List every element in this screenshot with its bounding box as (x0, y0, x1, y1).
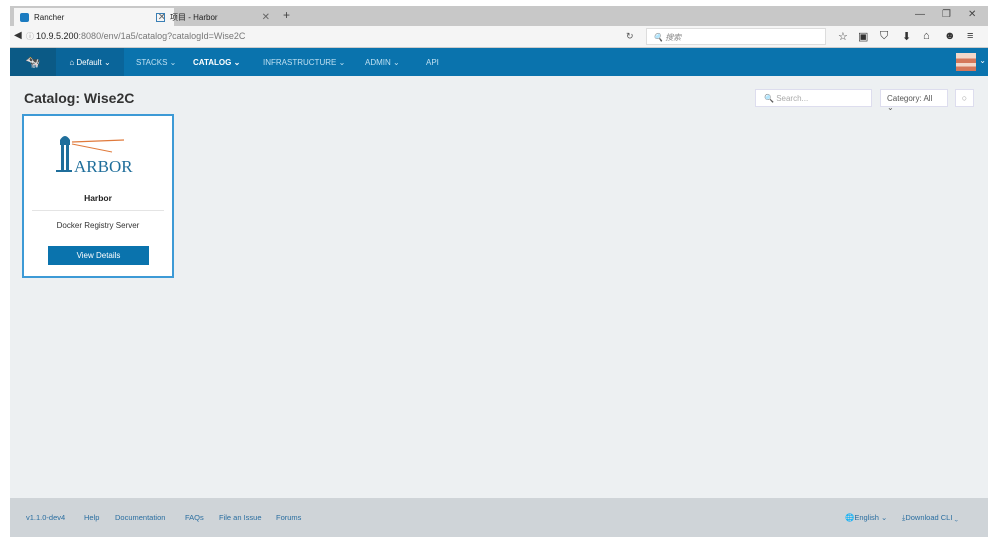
minimize-button[interactable]: — (915, 9, 925, 20)
globe-icon: 🌐 (845, 513, 855, 522)
reading-list-icon[interactable]: ▣ (858, 30, 868, 43)
menu-icon[interactable]: ≡ (967, 30, 973, 42)
harbor-favicon-icon (156, 12, 165, 22)
faqs-link[interactable]: FAQs (185, 513, 204, 522)
pocket-icon[interactable]: ⛉ (880, 30, 888, 43)
browser-window: Rancher ✕ 项目 - Harbor ✕ + — ❐ ✕ ◀ ⓘ 10.9.5… (10, 6, 988, 537)
url-field[interactable]: 10.9.5.200:8080/env/1a5/catalog?catalogI… (36, 31, 245, 41)
restore-button[interactable]: ❐ (942, 9, 951, 20)
address-bar: ◀ ⓘ 10.9.5.200:8080/env/1a5/catalog?cata… (10, 26, 988, 48)
nav-admin[interactable]: ADMIN ⌄ (365, 58, 400, 67)
nav-catalog[interactable]: CATALOG ⌄ (193, 58, 240, 67)
file-issue-link[interactable]: File an Issue (219, 513, 262, 522)
harbor-logo: ARBOR (56, 136, 133, 174)
bookmark-star-icon[interactable]: ☆ (838, 30, 848, 43)
catalog-card-harbor[interactable]: ARBOR Harbor Docker Registry Server View… (22, 114, 174, 278)
rancher-favicon-icon (20, 12, 29, 22)
close-tab-icon[interactable]: ✕ (262, 12, 270, 23)
browser-search-input[interactable]: 🔍 搜索 (646, 28, 826, 45)
home-icon[interactable]: ⌂ (923, 30, 930, 42)
tab-bar: Rancher ✕ 项目 - Harbor ✕ + — ❐ ✕ (10, 6, 988, 26)
reload-icon[interactable]: ↻ (626, 31, 634, 42)
category-dropdown[interactable]: Category: All ⌄ (880, 89, 948, 112)
rancher-logo-icon[interactable]: 🐄 (10, 48, 56, 76)
close-window-button[interactable]: ✕ (968, 9, 976, 20)
top-nav: 🐄 ⌂ Default ⌄ STACKS ⌄ CATALOG ⌄ INFRAST… (10, 48, 988, 76)
refresh-button[interactable]: ○ (955, 89, 974, 107)
version-label: v1.1.0-dev4 (26, 513, 66, 522)
catalog-search-input[interactable]: 🔍 Search... (755, 89, 872, 107)
info-icon[interactable]: ⓘ (26, 31, 34, 42)
chevron-down-icon[interactable]: ⌄ (979, 56, 986, 65)
new-tab-button[interactable]: + (283, 8, 290, 22)
documentation-link[interactable]: Documentation (115, 513, 165, 522)
nav-infrastructure[interactable]: INFRASTRUCTURE ⌄ (263, 58, 345, 67)
divider (32, 210, 164, 211)
language-dropdown[interactable]: 🌐English ⌄ (845, 513, 887, 522)
download-cli-dropdown[interactable]: ⤓Download CLI ⌄ (902, 513, 958, 523)
page-title: Catalog: Wise2C (24, 90, 135, 106)
environment-selector[interactable]: ⌂ Default ⌄ (56, 48, 124, 76)
nav-stacks[interactable]: STACKS ⌄ (136, 58, 176, 67)
card-description: Docker Registry Server (56, 221, 140, 230)
footer: v1.1.0-dev4 Help Documentation FAQs File… (10, 498, 988, 537)
help-link[interactable]: Help (84, 513, 99, 522)
forums-link[interactable]: Forums (276, 513, 301, 522)
svg-text:ARBOR: ARBOR (74, 157, 133, 174)
view-details-button[interactable]: View Details (48, 246, 149, 265)
account-icon[interactable]: ☻ (944, 30, 956, 42)
download-icon[interactable]: ⬇ (902, 30, 911, 43)
tab-harbor[interactable]: 项目 - Harbor ✕ (150, 8, 278, 26)
back-icon[interactable]: ◀ (14, 30, 22, 41)
user-avatar[interactable] (956, 53, 976, 71)
card-title: Harbor (84, 193, 112, 203)
nav-api[interactable]: API (426, 58, 439, 67)
